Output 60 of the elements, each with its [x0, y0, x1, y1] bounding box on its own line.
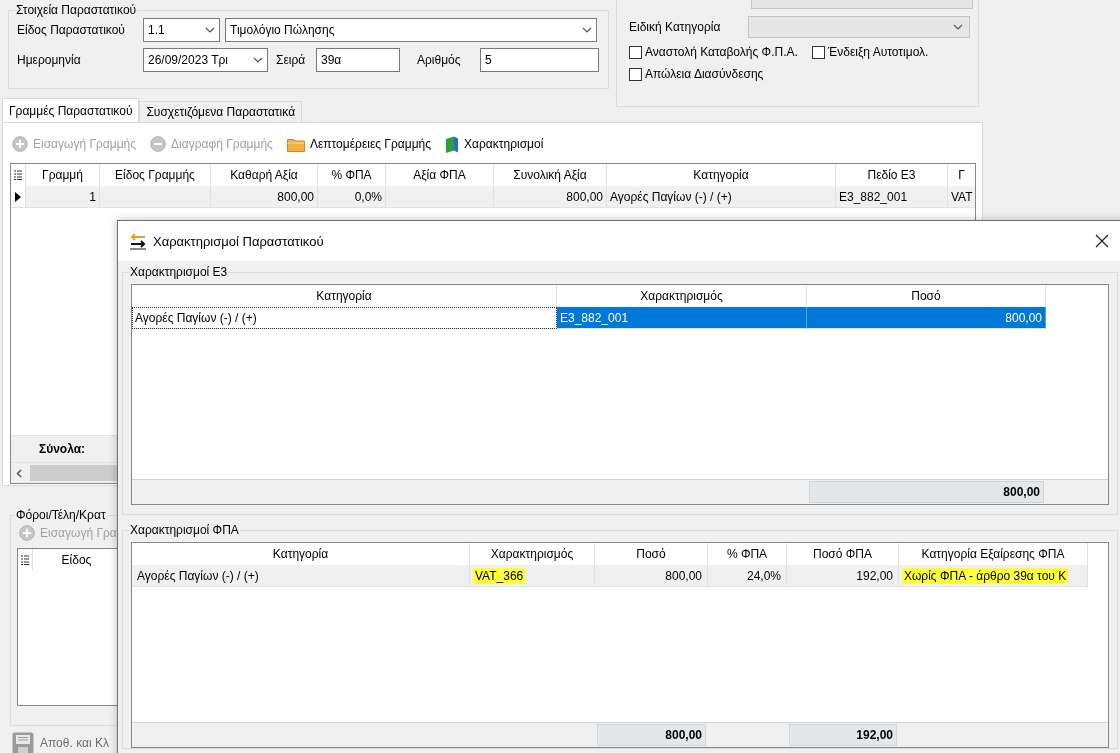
toolbar-button[interactable]: Χαρακτηρισμοί [443, 133, 546, 155]
table-cell: E3_882_001 [836, 186, 948, 208]
total-value: 800,00 [597, 724, 706, 746]
table-cell: 1 [26, 186, 100, 208]
chevron-icon [582, 27, 592, 33]
toolbar-button[interactable]: Λεπτομέρειες Γραμμής [284, 133, 434, 155]
checkbox[interactable] [629, 67, 642, 81]
group-title: Χαρακτηρισμοί ΦΠΑ [129, 523, 240, 537]
minus-circle-icon [150, 136, 167, 152]
table-cell: E3_882_001 [557, 307, 807, 329]
table-cell: Αγορές Παγίων (-) / (+) [607, 186, 836, 208]
checkbox-label: Αναστολή Καταβολής Φ.Π.Α. [645, 45, 798, 59]
table-cell: 800,00 [807, 307, 1046, 329]
column-chooser-icon[interactable] [21, 555, 29, 565]
field-label: Είδος Παραστατικού [17, 23, 126, 37]
table-cell-text: 24,0% [745, 567, 782, 584]
series-field[interactable]: 39α [316, 48, 400, 72]
group-title: Φόροι/Τέλη/Κρατ [15, 508, 107, 522]
plus-circle-icon [12, 136, 28, 152]
swap-arrows-icon [129, 232, 147, 250]
table-cell: 800,00 [494, 186, 607, 208]
checkbox-label: Ένδειξη Αυτοτιμολ. [827, 45, 929, 59]
total-value: 192,00 [789, 724, 897, 746]
table-cell: VAT [948, 186, 975, 208]
checkbox-label: Απώλεια Διασύνδεσης [645, 67, 764, 81]
chevron-icon [205, 27, 215, 33]
table-cell: 0,0% [318, 186, 386, 208]
chevron-icon [953, 24, 963, 30]
total-value: 800,00 [809, 481, 1044, 503]
close-button[interactable] [1093, 232, 1111, 250]
group-title: Στοιχεία Παραστατικού [15, 3, 138, 17]
folder-icon [286, 136, 305, 152]
chevron-icon [253, 57, 263, 63]
column-chooser-icon[interactable] [14, 170, 22, 180]
date-picker[interactable]: 26/09/2023 Τρι [143, 48, 268, 72]
table-cell: 800,00 [211, 186, 318, 208]
book-icon [445, 135, 460, 153]
table-cell-text: Αγορές Παγίων (-) / (+) [136, 567, 260, 584]
field-label: Ημερομηνία [17, 53, 82, 67]
table-cell-text: 192,00 [855, 567, 894, 584]
table-cell: Χωρίς ΦΠΑ - άρθρο 39α του Κ [902, 567, 1069, 584]
table-cell-text: 800,00 [664, 567, 703, 584]
table-cell: VAT_366 [473, 567, 526, 584]
tab[interactable]: Συσχετιζόμενα Παραστατικά [139, 101, 303, 122]
plus-circle-icon [19, 525, 35, 541]
document-type-dropdown[interactable]: Τιμολόγιο Πώλησης [225, 18, 597, 42]
table-cell: Αγορές Παγίων (-) / (+) [132, 307, 557, 329]
checkbox[interactable] [811, 45, 825, 59]
dialog-title: Χαρακτηρισμοί Παραστατικού [153, 233, 324, 249]
save-close-button[interactable]: Αποθ. και Κλ [12, 732, 109, 753]
tab[interactable]: Γραμμές Παραστατικού [2, 98, 140, 122]
document-code-dropdown[interactable]: 1.1 [143, 18, 220, 42]
number-field[interactable]: 5 [480, 48, 599, 72]
checkbox[interactable] [629, 45, 642, 59]
totals-label: Σύνολα: [39, 442, 86, 456]
scroll-left-icon[interactable] [16, 468, 22, 478]
field-label: Σειρά [276, 53, 307, 67]
field-label: Αριθμός [417, 53, 462, 67]
group-title: Χαρακτηρισμοί Ε3 [129, 265, 229, 279]
field-label: Ειδική Κατηγορία [629, 20, 721, 34]
